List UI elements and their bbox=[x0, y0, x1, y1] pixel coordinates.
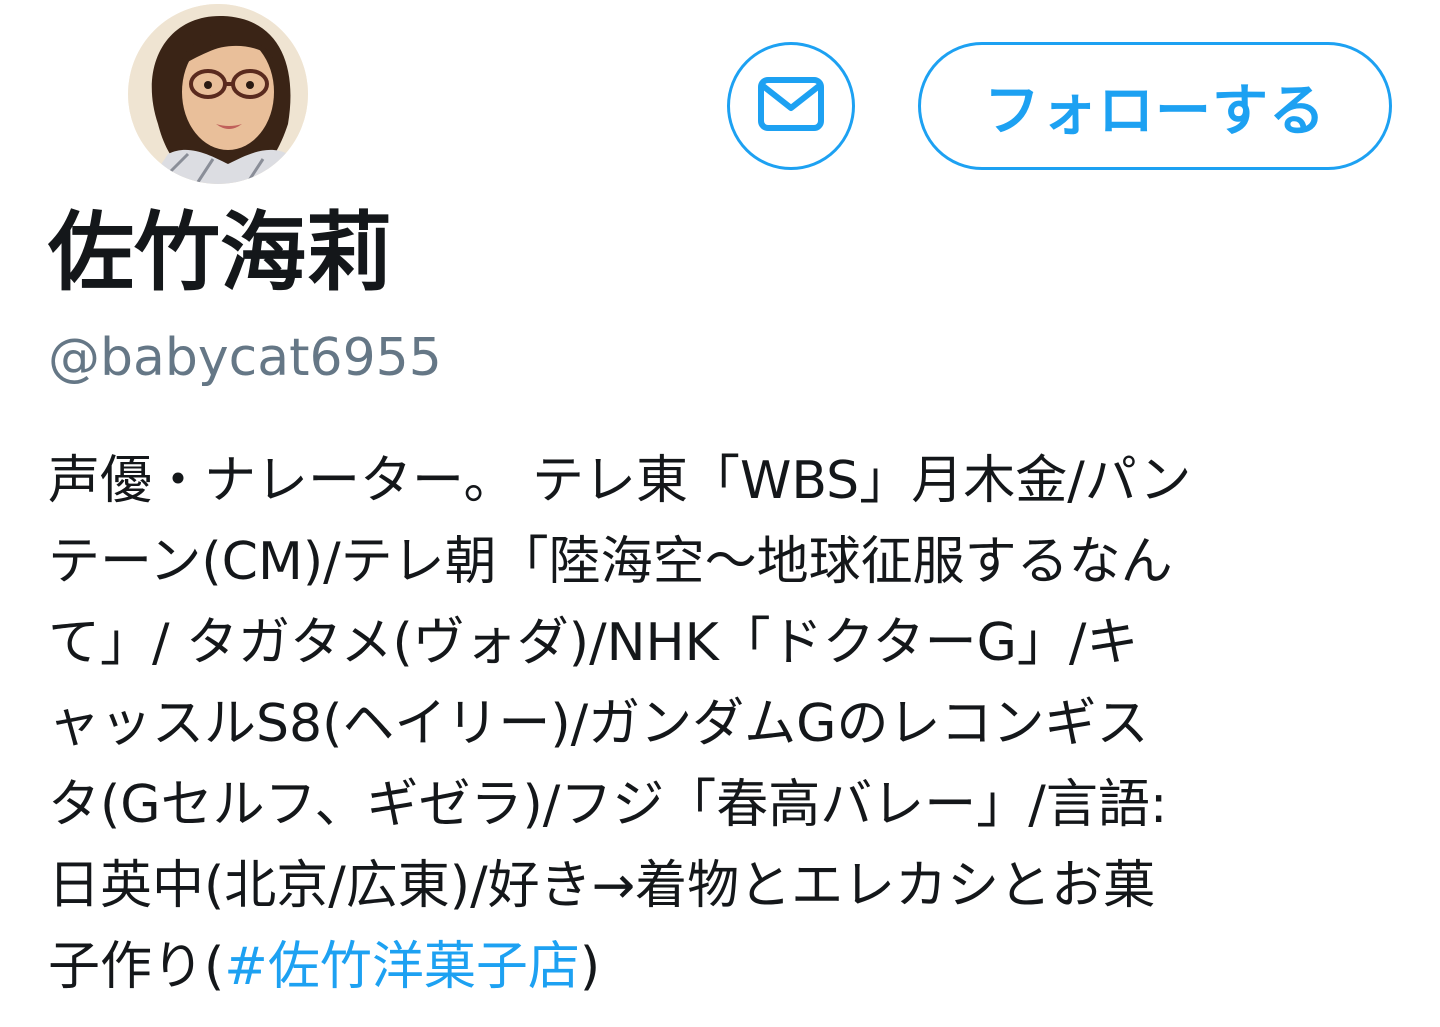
bio-line: ャッスルS8(ヘイリー)/ガンダムGのレコンギス bbox=[48, 694, 1149, 754]
bio-line-last: 子作り(#佐竹洋菓子店) bbox=[48, 927, 1358, 1008]
bio-text: ) bbox=[579, 937, 601, 997]
user-handle: @babycat6955 bbox=[48, 328, 442, 388]
bio-line: 声優・ナレーター。 テレ東「WBS」月木金/パン bbox=[48, 451, 1192, 511]
display-name: 佐竹海莉 bbox=[48, 203, 392, 303]
envelope-icon bbox=[757, 76, 825, 136]
bio-line: 日英中(北京/広東)/好き→着物とエレカシとお菓 bbox=[48, 856, 1156, 916]
bio-line: タ(Gセルフ、ギゼラ)/フジ「春高バレー」/言語: bbox=[48, 775, 1168, 835]
bio-line: テーン(CM)/テレ朝「陸海空〜地球征服するなん bbox=[48, 532, 1173, 592]
message-button[interactable] bbox=[727, 42, 855, 170]
avatar-photo bbox=[128, 4, 308, 184]
avatar[interactable] bbox=[124, 0, 312, 188]
profile-bio: 声優・ナレーター。 テレ東「WBS」月木金/パン テーン(CM)/テレ朝「陸海空… bbox=[48, 441, 1358, 1008]
bio-text: 子作り( bbox=[48, 937, 225, 997]
follow-button[interactable]: フォローする bbox=[918, 42, 1392, 170]
bio-line: て」/ タガタメ(ヴォダ)/NHK「ドクターG」/キ bbox=[48, 613, 1139, 673]
hashtag-link[interactable]: #佐竹洋菓子店 bbox=[224, 937, 580, 997]
